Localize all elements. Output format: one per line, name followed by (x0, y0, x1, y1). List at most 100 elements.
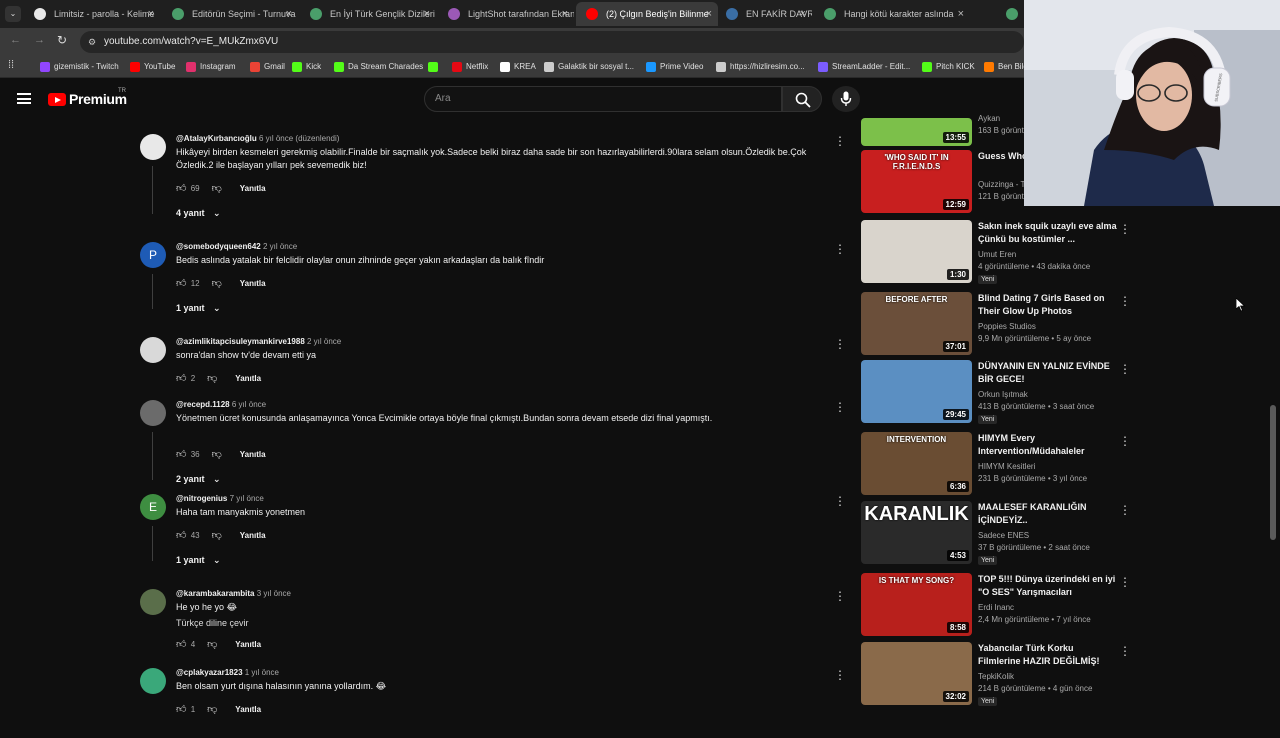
comment-timestamp[interactable]: 7 yıl önce (230, 494, 264, 503)
channel-name[interactable]: Quizzinga - T (978, 180, 1025, 189)
tab-list-dropdown[interactable]: ⌄ (5, 6, 21, 22)
video-title[interactable]: Yabancılar Türk Korku Filmlerine HAZIR D… (978, 642, 1118, 668)
video-thumbnail[interactable]: BEFORE AFTER 37:01 (861, 292, 972, 355)
comment-timestamp[interactable]: 6 yıl önce (232, 400, 266, 409)
bookmark-item[interactable]: https://hizliresim.co... (716, 59, 805, 75)
dislike-icon[interactable]: 👎︎ (207, 639, 217, 650)
comment-timestamp[interactable]: 2 yıl önce (307, 337, 341, 346)
bookmark-item[interactable]: Galaktik bir sosyal t... (544, 59, 634, 75)
bookmark-item[interactable]: Kick (292, 59, 321, 75)
reply-button[interactable]: Yanıtla (240, 184, 266, 193)
comment-timestamp[interactable]: 2 yıl önce (263, 242, 297, 251)
video-menu-icon[interactable]: ⋮ (1119, 362, 1131, 376)
reply-button[interactable]: Yanıtla (240, 531, 266, 540)
bookmark-item[interactable]: YouTube (130, 59, 175, 75)
channel-name[interactable]: TepkiKolik (978, 672, 1014, 681)
related-video[interactable]: IS THAT MY SONG? 8:58 TOP 5!!! Dünya üzeri… (861, 573, 1131, 637)
address-bar[interactable]: ⚙ youtube.com/watch?v=E_MUkZmx6VU (80, 31, 1024, 53)
dislike-icon[interactable]: 👎︎ (207, 704, 217, 715)
avatar[interactable] (140, 589, 166, 615)
bookmark-item[interactable]: Gmail (250, 59, 285, 75)
channel-name[interactable]: HIMYM Kesitleri (978, 462, 1035, 471)
search-input[interactable]: Ara (424, 86, 782, 112)
tab-close-icon[interactable]: × (706, 2, 712, 26)
bookmark-item[interactable] (428, 59, 442, 75)
channel-name[interactable]: Poppies Studios (978, 322, 1036, 331)
forward-icon[interactable]: → (34, 34, 45, 46)
video-thumbnail[interactable]: 29:45 (861, 360, 972, 423)
video-menu-icon[interactable]: ⋮ (1119, 434, 1131, 448)
channel-name[interactable]: Orkun Işıtmak (978, 390, 1028, 399)
replies-toggle[interactable]: 2 yanıt ⌄ (176, 474, 221, 485)
replies-toggle[interactable]: 1 yanıt ⌄ (176, 303, 221, 314)
bookmark-item[interactable]: KREA (500, 59, 536, 75)
comment-author[interactable]: @somebodyqueen642 (176, 242, 261, 251)
related-video[interactable]: 29:45 DÜNYANIN EN YALNIZ EVİNDE BİR GECE!… (861, 360, 1131, 424)
video-thumbnail[interactable]: 13:55 (861, 118, 972, 146)
translate-link[interactable]: Türkçe diline çevir (176, 617, 836, 630)
bookmark-item[interactable]: Instagram (186, 59, 236, 75)
dislike-icon[interactable]: 👎︎ (212, 278, 222, 289)
related-video[interactable]: INTERVENTION 6:36 HIMYM Every Intervention… (861, 432, 1131, 496)
comment-menu-icon[interactable]: ⋮ (834, 337, 846, 351)
comment-timestamp[interactable]: 6 yıl önce (düzenlendi) (259, 134, 340, 143)
avatar[interactable]: E (140, 494, 166, 520)
video-menu-icon[interactable]: ⋮ (1119, 222, 1131, 236)
like-icon[interactable]: 👍︎ (176, 704, 186, 715)
video-menu-icon[interactable]: ⋮ (1119, 503, 1131, 517)
avatar[interactable] (140, 134, 166, 160)
like-icon[interactable]: 👍︎ (176, 183, 186, 194)
replies-toggle[interactable]: 1 yanıt ⌄ (176, 555, 221, 566)
like-icon[interactable]: 👍︎ (176, 373, 186, 384)
comment-author[interactable]: @cplakyazar1823 (176, 668, 243, 677)
dislike-icon[interactable]: 👎︎ (212, 183, 222, 194)
menu-icon[interactable] (17, 93, 31, 104)
video-thumbnail[interactable]: KARANLIK 4:53 (861, 501, 972, 564)
search-button[interactable] (782, 86, 822, 112)
reply-button[interactable]: Yanıtla (235, 374, 261, 383)
related-video[interactable]: 32:02 Yabancılar Türk Korku Filmlerine HA… (861, 642, 1131, 706)
bookmark-item[interactable]: Prime Video (646, 59, 703, 75)
site-info-icon[interactable]: ⚙ (88, 31, 96, 53)
related-video[interactable]: KARANLIK 4:53 MAALESEF KARANLIĞIN İÇİNDEYİ… (861, 501, 1131, 565)
comment-menu-icon[interactable]: ⋮ (834, 400, 846, 414)
video-thumbnail[interactable]: IS THAT MY SONG? 8:58 (861, 573, 972, 636)
tab-close-icon[interactable]: × (800, 2, 806, 26)
voice-search-button[interactable] (832, 86, 860, 112)
video-menu-icon[interactable]: ⋮ (1119, 644, 1131, 658)
comment-timestamp[interactable]: 3 yıl önce (257, 589, 291, 598)
like-icon[interactable]: 👍︎ (176, 639, 186, 650)
back-icon[interactable]: ← (10, 34, 21, 46)
comment-author[interactable]: @recepd.1128 (176, 400, 230, 409)
apps-icon[interactable]: ⁞⁞ (8, 59, 14, 71)
reply-button[interactable]: Yanıtla (240, 279, 266, 288)
browser-tab[interactable]: Limitsiz - parolla - Kelime × (24, 2, 160, 26)
comment-author[interactable]: @karambakarambita (176, 589, 255, 598)
browser-tab[interactable]: Editörün Seçimi - Turnuva × (162, 2, 298, 26)
comment-menu-icon[interactable]: ⋮ (834, 134, 846, 148)
channel-name[interactable]: Umut Eren (978, 250, 1016, 259)
video-thumbnail[interactable]: 1:30 (861, 220, 972, 283)
video-title[interactable]: HIMYM Every Intervention/Müdahaleler (978, 432, 1118, 458)
comment-menu-icon[interactable]: ⋮ (834, 668, 846, 682)
reply-button[interactable]: Yanıtla (240, 450, 266, 459)
avatar[interactable] (140, 400, 166, 426)
channel-name[interactable]: Sadece ENES (978, 531, 1029, 540)
video-title[interactable]: DÜNYANIN EN YALNIZ EVİNDE BİR GECE! (978, 360, 1118, 386)
bookmark-item[interactable]: Ben Bild (984, 59, 1028, 75)
bookmark-item[interactable]: Da Stream Charades (334, 59, 423, 75)
reply-button[interactable]: Yanıtla (235, 705, 261, 714)
video-thumbnail[interactable]: INTERVENTION 6:36 (861, 432, 972, 495)
tab-close-icon[interactable]: × (562, 2, 568, 26)
related-video[interactable]: BEFORE AFTER 37:01 Blind Dating 7 Girls Ba… (861, 292, 1131, 356)
channel-name[interactable]: Aykan (978, 114, 1000, 123)
page-scrollbar[interactable] (1270, 405, 1276, 540)
comment-author[interactable]: @nitrogenius (176, 494, 227, 503)
avatar[interactable] (140, 668, 166, 694)
reply-button[interactable]: Yanıtla (235, 640, 261, 649)
comment-author[interactable]: @AtalayKırbancıoğlu (176, 134, 257, 143)
like-icon[interactable]: 👍︎ (176, 278, 186, 289)
tab-close-icon[interactable]: × (148, 2, 154, 26)
browser-tab[interactable]: EN FAKİR DAVRANIŞ× (716, 2, 812, 26)
video-title[interactable]: MAALESEF KARANLIĞIN İÇİNDEYİZ.. (978, 501, 1118, 527)
